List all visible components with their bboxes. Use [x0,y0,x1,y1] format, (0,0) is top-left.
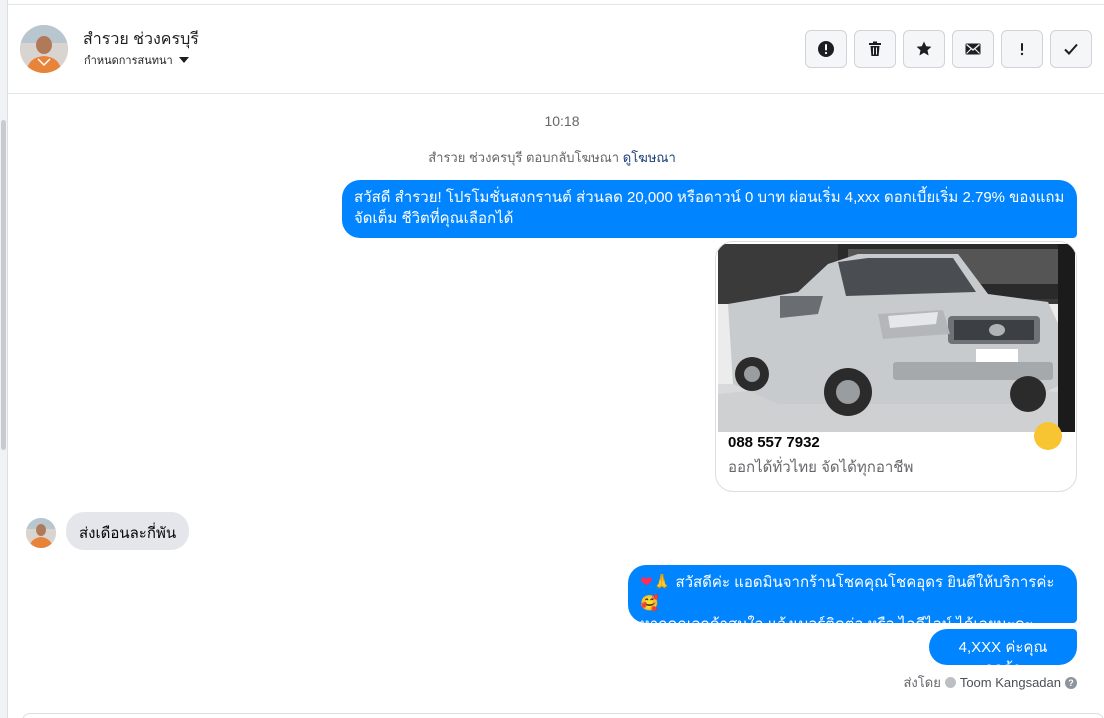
contact-avatar[interactable] [20,25,68,73]
sender-avatar[interactable] [26,518,56,548]
sent-by-name[interactable]: Toom Kangsadan [960,675,1061,690]
greeting-line-1-text: สวัสดีค่ะ แอดมินจากร้านโชคคุณโชคอุดร ยิน… [675,574,1055,591]
mark-unread-button[interactable] [952,30,994,68]
sent-by-label: ส่งโดย [903,675,941,690]
greeting-line-1: ❤🙏 สวัสดีค่ะ แอดมินจากร้านโชคคุณโชคอุดร … [640,572,1065,614]
spam-button[interactable] [805,30,847,68]
outgoing-message-greeting[interactable]: ❤🙏 สวัสดีค่ะ แอดมินจากร้านโชคคุณโชคอุดร … [628,565,1077,633]
left-scrollbar[interactable] [0,0,8,718]
trash-icon [869,41,881,56]
ad-card-image [718,244,1075,432]
heart-eyes-emoji-icon: 🥰 [640,595,659,612]
scrollbar-thumb[interactable] [1,120,6,450]
star-button[interactable] [903,30,945,68]
praying-hands-emoji-icon: 🙏 [652,574,672,591]
sent-status-icon [944,677,956,688]
heart-emoji-icon: ❤ [640,574,653,591]
ad-reply-notice: สำรวย ช่วงครบุรี ตอบกลับโฆษณา ดูโฆษณา [0,147,1104,168]
checkmark-icon [1064,43,1078,55]
mark-done-button[interactable] [1050,30,1092,68]
ad-card-subtitle: ออกได้ทั่วไทย จัดได้ทุกอาชีพ [728,459,914,476]
view-ad-link[interactable]: ดูโฆษณา [623,150,676,165]
conversation-settings-label: กำหนดการสนทนา [84,55,173,67]
help-icon[interactable]: ? [1065,676,1077,689]
header-toolbar [805,30,1092,68]
important-button[interactable] [1001,30,1043,68]
sent-by-info: ส่งโดย Toom Kangsadan ? [903,672,1077,693]
ad-card-phone: 088 557 7932 [728,434,820,451]
contact-name[interactable]: สำรวย ช่วงครบุรี [83,27,199,52]
message-timestamp: 10:18 [544,113,580,129]
incoming-message[interactable]: ส่งเดือนละกี่พัน [66,512,190,550]
ad-card[interactable]: 088 557 7932 ออกได้ทั่วไทย จัดได้ทุกอาชี… [715,241,1077,492]
outgoing-message-price[interactable]: 4,XXX ค่ะคุณลูกค้า [929,629,1077,677]
ad-reply-text: สำรวย ช่วงครบุรี ตอบกลับโฆษณา [428,150,620,165]
alert-circle-icon [818,41,834,57]
caret-down-icon [178,57,189,63]
conversation-header: สำรวย ช่วงครบุรี กำหนดการสนทนา [8,4,1104,94]
star-icon [916,41,932,56]
reaction-emoji-icon[interactable] [1034,422,1062,450]
outgoing-message-promo[interactable]: สวัสดี สำรวย! โปรโมชั่นสงกรานต์ ส่วนลด 2… [342,180,1077,238]
messenger-window: สำรวย ช่วงครบุรี กำหนดการสนทนา 10:18 สำร… [0,0,1104,718]
envelope-icon [965,43,981,55]
exclamation-icon [1020,43,1024,56]
conversation-settings-dropdown[interactable]: กำหนดการสนทนา [84,51,189,69]
delete-button[interactable] [854,30,896,68]
message-composer[interactable] [22,713,1104,718]
